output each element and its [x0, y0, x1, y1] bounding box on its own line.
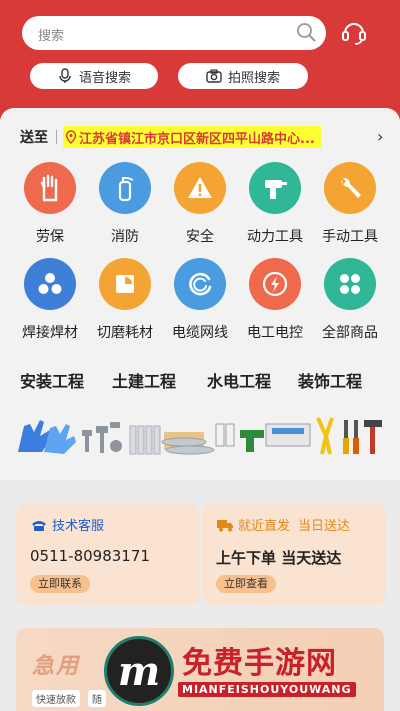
category-hand-tools[interactable]: 手动工具	[314, 162, 386, 246]
category-label: 切磨耗材	[97, 325, 153, 341]
view-now-button[interactable]: 立即查看	[216, 575, 276, 593]
search-input[interactable]: 搜索	[22, 16, 326, 50]
category-electrical[interactable]: 电工电控	[239, 258, 311, 342]
truck-icon	[217, 519, 233, 531]
microphone-icon	[59, 68, 71, 83]
contact-now-button[interactable]: 立即联系	[30, 575, 90, 593]
category-labor-protection[interactable]: 劳保	[14, 162, 86, 246]
category-label: 安全	[186, 229, 214, 245]
category-cables[interactable]: 电缆网线	[164, 258, 236, 342]
category-fire-protection[interactable]: 消防	[89, 162, 161, 246]
photo-search-button[interactable]: 拍照搜索	[178, 63, 308, 89]
engineering-decoration[interactable]: 装饰工程	[298, 368, 362, 392]
voice-search-button[interactable]: 语音搜索	[30, 63, 158, 89]
category-label: 手动工具	[322, 229, 378, 245]
category-label: 电工电控	[247, 325, 303, 341]
watermark-logo: m	[104, 636, 174, 706]
grid-icon	[324, 258, 376, 310]
welding-icon	[24, 258, 76, 310]
category-all-products[interactable]: 全部商品	[314, 258, 386, 342]
watermark-logo-letter: m	[117, 647, 161, 695]
photo-search-label: 拍照搜索	[227, 70, 280, 86]
category-welding[interactable]: 焊接焊材	[14, 258, 86, 342]
tech-support-card[interactable]: 技术客服 0511-80983171 立即联系	[16, 503, 200, 606]
customer-service-icon[interactable]	[340, 18, 368, 46]
engineering-civil[interactable]: 土建工程	[112, 368, 176, 392]
lightning-icon	[249, 258, 301, 310]
support-phone-number: 0511-80983171	[30, 547, 150, 565]
category-label: 全部商品	[322, 325, 378, 341]
category-label: 消防	[111, 229, 139, 245]
glove-icon	[24, 162, 76, 214]
location-pin-icon	[65, 130, 77, 144]
delivery-address-bar[interactable]: 送至 江苏省镇江市京口区新区四平山路中心...	[20, 126, 321, 148]
warning-icon	[174, 162, 226, 214]
wrench-icon	[324, 162, 376, 214]
banner-tags: 快速放款 随	[32, 690, 106, 707]
category-label: 焊接焊材	[22, 325, 78, 341]
category-power-tools[interactable]: 动力工具	[239, 162, 311, 246]
delivery-card-header: 就近直发 当日送达	[216, 515, 350, 534]
chevron-right-icon[interactable]: ›	[377, 127, 383, 146]
drill-icon	[249, 162, 301, 214]
banner-title: 急用	[32, 654, 81, 679]
phone-icon	[32, 520, 46, 531]
tech-support-header: 技术客服	[30, 515, 104, 534]
voice-search-label: 语音搜索	[78, 70, 131, 86]
category-label: 动力工具	[247, 229, 303, 245]
search-placeholder: 搜索	[38, 29, 65, 44]
divider	[56, 130, 57, 144]
delivery-label: 送至	[20, 130, 48, 146]
banner-tag: 快速放款	[32, 690, 80, 707]
camera-icon	[206, 69, 222, 83]
delivery-card-title-a: 就近直发	[238, 519, 291, 534]
site-watermark: m 免费手游网 MIANFEISHOUYOUWANG	[104, 636, 400, 711]
cable-icon	[174, 258, 226, 310]
fire-extinguisher-icon	[99, 162, 151, 214]
search-icon[interactable]	[296, 22, 316, 42]
category-abrasives[interactable]: 切磨耗材	[89, 258, 161, 342]
watermark-subtext: MIANFEISHOUYOUWANG	[178, 682, 356, 697]
watermark-text: 免费手游网	[182, 646, 337, 681]
delivery-card-title-b: 当日送达	[298, 519, 351, 534]
engineering-plumbing-electrical[interactable]: 水电工程	[207, 368, 271, 392]
category-safety[interactable]: 安全	[164, 162, 236, 246]
category-label: 电缆网线	[172, 325, 228, 341]
tech-support-title: 技术客服	[52, 519, 105, 534]
product-illustration-strip[interactable]	[14, 412, 386, 458]
fast-delivery-card[interactable]: 就近直发 当日送达 上午下单 当天送达 立即查看	[202, 503, 386, 606]
delivery-address-text: 江苏省镇江市京口区新区四平山路中心...	[79, 131, 315, 147]
category-label: 劳保	[36, 229, 64, 245]
delivery-address[interactable]: 江苏省镇江市京口区新区四平山路中心...	[63, 126, 321, 148]
delivery-promise: 上午下单 当天送达	[216, 549, 342, 567]
abrasive-icon	[99, 258, 151, 310]
engineering-installation[interactable]: 安装工程	[20, 368, 84, 392]
